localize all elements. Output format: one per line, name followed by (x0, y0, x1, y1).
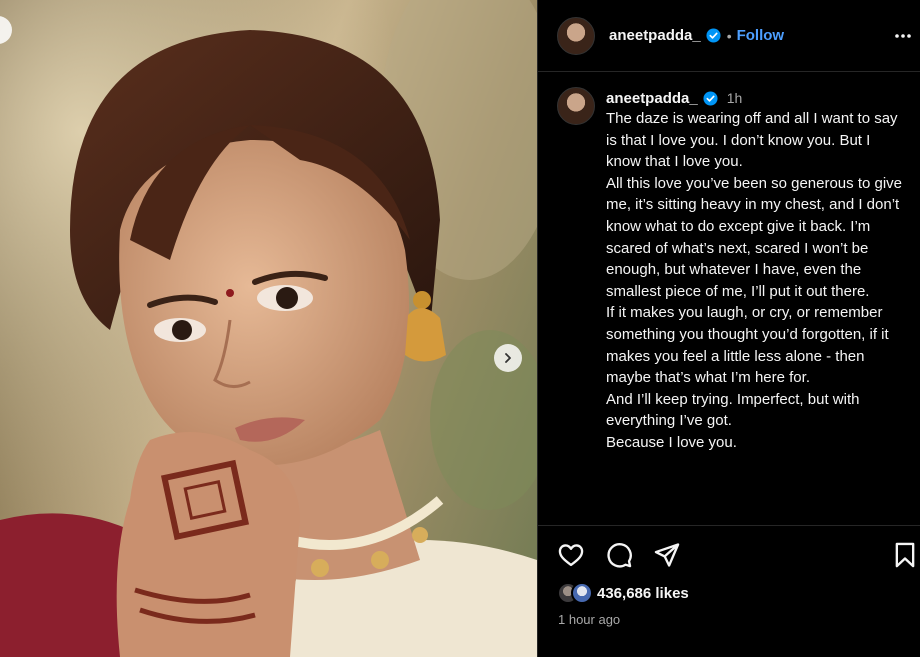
caption-text: The daze is wearing off and all I want t… (606, 110, 903, 451)
caption-row: aneetpadda_ 1h The daze is wearing off a… (557, 87, 906, 454)
follow-button[interactable]: Follow (737, 27, 785, 44)
caption-timestamp[interactable]: 1h (727, 90, 743, 106)
likes-count[interactable]: 436,686 likes (597, 585, 689, 602)
header-separator: • (726, 27, 732, 44)
post-timestamp[interactable]: 1 hour ago (558, 612, 620, 627)
caption-body: aneetpadda_ 1h The daze is wearing off a… (606, 87, 906, 454)
comment-icon[interactable] (604, 540, 634, 570)
post-side-panel: aneetpadda_ • Follow aneetpadda_ 1h The … (537, 0, 920, 657)
verified-badge-icon (706, 28, 721, 43)
liker-avatar[interactable] (571, 582, 593, 604)
next-slide-button[interactable] (494, 344, 522, 372)
post-header: aneetpadda_ • Follow (538, 0, 920, 72)
post-photo[interactable] (0, 0, 537, 657)
author-avatar[interactable] (557, 16, 595, 55)
heart-icon[interactable] (556, 540, 586, 570)
verified-badge-icon (703, 90, 718, 106)
portrait-image (0, 0, 537, 657)
likes-row: 436,686 likes (557, 582, 689, 604)
caption-header: aneetpadda_ 1h (606, 87, 906, 109)
caption-section: aneetpadda_ 1h The daze is wearing off a… (538, 72, 920, 526)
send-icon[interactable] (652, 540, 682, 570)
action-bar (538, 540, 920, 574)
bookmark-icon[interactable] (890, 540, 920, 570)
chevron-right-icon (505, 353, 511, 363)
caption-author-avatar[interactable] (557, 87, 595, 125)
more-options-icon[interactable] (893, 26, 913, 46)
caption-author-username[interactable]: aneetpadda_ (606, 90, 698, 107)
author-username[interactable]: aneetpadda_ (609, 27, 701, 44)
